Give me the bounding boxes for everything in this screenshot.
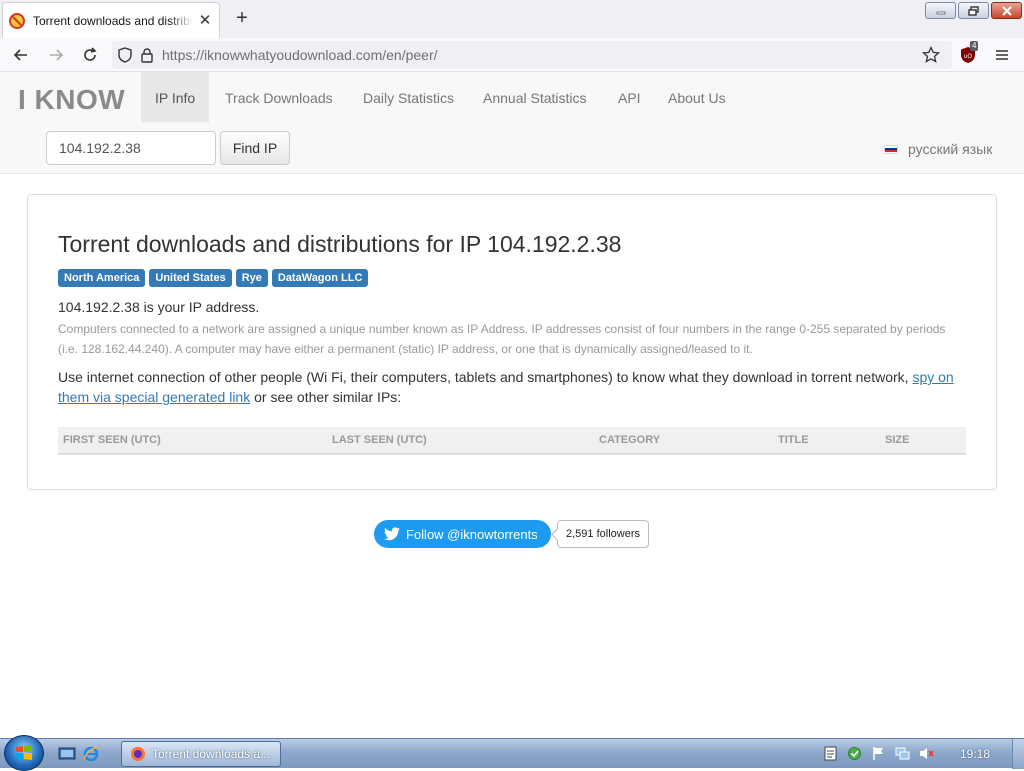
- badge-country: United States: [149, 269, 232, 287]
- back-button[interactable]: [8, 42, 34, 68]
- site-header: I KNOW IP Info Track Downloads Daily Sta…: [0, 72, 1024, 174]
- bookmark-star-icon[interactable]: [922, 46, 940, 64]
- taskbar-firefox-task[interactable]: Torrent downloads a...: [121, 741, 281, 767]
- reload-button[interactable]: [77, 42, 103, 68]
- document-tray-icon[interactable]: [823, 746, 838, 761]
- new-tab-icon[interactable]: +: [232, 8, 252, 28]
- language-switch[interactable]: русский язык: [884, 141, 992, 157]
- security-tray-icon[interactable]: [847, 746, 862, 761]
- nav-about-us[interactable]: About Us: [654, 72, 740, 122]
- show-desktop-button[interactable]: [1012, 739, 1024, 769]
- browser-toolbar: https://iknowwhatyoudownload.com/en/peer…: [0, 38, 1024, 72]
- address-bar[interactable]: https://iknowwhatyoudownload.com/en/peer…: [112, 41, 952, 69]
- show-desktop-icon[interactable]: [58, 745, 76, 763]
- spy-text-after: or see other similar IPs:: [254, 389, 402, 405]
- col-title[interactable]: Title: [778, 427, 809, 453]
- your-ip-text: 104.192.2.38 is your IP address.: [58, 299, 260, 315]
- start-button[interactable]: [4, 735, 44, 771]
- twitter-follow-label: Follow @iknowtorrents: [406, 526, 538, 542]
- volume-muted-icon[interactable]: [919, 746, 934, 761]
- windows-logo-icon: [16, 745, 32, 760]
- badge-continent: North America: [58, 269, 146, 287]
- url-text[interactable]: https://iknowwhatyoudownload.com/en/peer…: [162, 47, 438, 63]
- spy-text-before: Use internet connection of other people …: [58, 369, 909, 385]
- internet-explorer-icon[interactable]: [82, 745, 100, 763]
- shield-icon[interactable]: [118, 47, 132, 63]
- nav-api[interactable]: API: [604, 72, 655, 122]
- twitter-follow-button[interactable]: Follow @iknowtorrents: [374, 520, 551, 548]
- windows-taskbar: Torrent downloads a... 19:18: [0, 735, 1024, 771]
- lock-icon[interactable]: [140, 47, 154, 63]
- arrow-left-icon: [13, 49, 27, 61]
- ip-search-input[interactable]: [46, 131, 216, 165]
- col-size[interactable]: Size: [885, 427, 909, 453]
- col-category[interactable]: Category: [599, 427, 660, 453]
- location-badges: North America United States Rye DataWago…: [58, 269, 369, 287]
- svg-text:uO: uO: [964, 54, 972, 60]
- ip-explanation: Computers connected to a network are ass…: [58, 322, 946, 356]
- nav-annual-statistics[interactable]: Annual Statistics: [469, 72, 601, 122]
- taskbar-clock[interactable]: 19:18: [960, 747, 990, 761]
- nav-ip-info[interactable]: IP Info: [141, 72, 210, 122]
- col-last-seen[interactable]: Last seen (UTC): [332, 427, 427, 453]
- network-tray-icon[interactable]: [895, 746, 910, 761]
- ublock-count-badge: 4: [970, 41, 979, 51]
- col-first-seen[interactable]: First seen (UTC): [63, 427, 161, 453]
- ip-info-card: Torrent downloads and distributions for …: [27, 194, 997, 490]
- tab-close-icon[interactable]: ✕: [197, 12, 213, 29]
- site-logo[interactable]: I KNOW: [18, 84, 125, 116]
- restore-icon: [967, 5, 979, 16]
- language-label: русский язык: [908, 141, 993, 157]
- url-host: https://iknowwhatyoudownload.com: [162, 47, 383, 63]
- browser-tab[interactable]: Torrent downloads and distributions for …: [2, 2, 220, 38]
- restore-button[interactable]: [958, 2, 989, 19]
- russian-flag-icon: [884, 144, 898, 154]
- menu-hamburger-icon[interactable]: [994, 48, 1010, 62]
- page-title: Torrent downloads and distributions for …: [58, 231, 622, 257]
- url-path: /en/peer/: [382, 47, 438, 63]
- arrow-right-icon: [50, 49, 64, 61]
- downloads-table-header: First seen (UTC) Last seen (UTC) Categor…: [58, 427, 966, 455]
- nav-daily-statistics[interactable]: Daily Statistics: [349, 72, 468, 122]
- spy-paragraph: Use internet connection of other people …: [58, 367, 958, 407]
- find-ip-button[interactable]: Find IP: [220, 131, 290, 165]
- tab-title: Torrent downloads and distributions for …: [33, 13, 193, 28]
- taskbar-task-title: Torrent downloads a...: [152, 747, 271, 761]
- flag-tray-icon[interactable]: [871, 746, 886, 761]
- tab-strip: Torrent downloads and distributions for …: [0, 0, 1024, 38]
- nav-track-downloads[interactable]: Track Downloads: [211, 72, 347, 122]
- twitter-followers-count[interactable]: 2,591 followers: [557, 520, 649, 548]
- firefox-icon: [131, 747, 145, 761]
- twitter-bird-icon: [384, 527, 400, 541]
- forward-button[interactable]: [43, 42, 69, 68]
- close-icon: [1001, 5, 1012, 16]
- badge-isp: DataWagon LLC: [271, 269, 369, 287]
- minimize-button[interactable]: [925, 2, 956, 19]
- site-favicon-icon: [9, 12, 25, 29]
- window-controls: [925, 2, 1022, 19]
- reload-icon: [84, 47, 97, 61]
- close-window-button[interactable]: [991, 2, 1022, 19]
- badge-city: Rye: [235, 269, 268, 287]
- minimize-icon: [936, 11, 945, 14]
